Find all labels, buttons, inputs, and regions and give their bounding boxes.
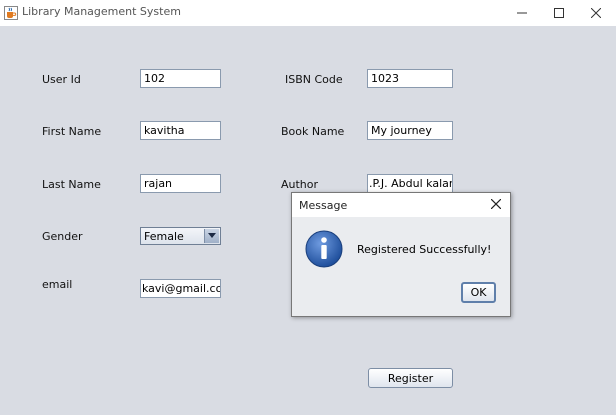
minimize-icon: [517, 12, 527, 14]
dialog-close-button[interactable]: [488, 196, 504, 212]
gender-select[interactable]: Female: [140, 227, 221, 245]
email-field[interactable]: kavi@gmail.com: [140, 279, 221, 298]
user-id-label: User Id: [42, 73, 81, 86]
book-name-field[interactable]: My journey: [367, 121, 453, 140]
maximize-button[interactable]: [539, 0, 579, 26]
first-name-label: First Name: [42, 125, 102, 138]
first-name-field[interactable]: kavitha: [140, 121, 221, 140]
close-icon: [591, 8, 601, 18]
ok-button[interactable]: OK: [461, 282, 496, 303]
dialog-title: Message: [299, 199, 348, 212]
maximize-icon: [554, 8, 564, 18]
dialog-title-bar: Message: [292, 193, 510, 217]
last-name-label: Last Name: [42, 178, 101, 191]
isbn-label: ISBN Code: [285, 73, 343, 86]
book-name-label: Book Name: [281, 125, 345, 138]
close-button[interactable]: [576, 0, 616, 26]
user-id-field[interactable]: 102: [140, 69, 221, 88]
window-title: Library Management System: [22, 5, 181, 18]
minimize-button[interactable]: [502, 0, 542, 26]
isbn-field[interactable]: 1023: [367, 69, 453, 88]
close-icon: [491, 199, 501, 209]
message-dialog: Message Registered Successfully! OK: [291, 192, 511, 317]
gender-selected-value: Female: [144, 230, 184, 243]
gender-label: Gender: [42, 230, 83, 243]
title-bar: Library Management System: [0, 0, 616, 26]
java-cup-icon: [4, 6, 18, 20]
author-label: Author: [281, 178, 319, 191]
author-field[interactable]: .P.J. Abdul kalam: [367, 174, 453, 193]
email-label: email: [42, 278, 73, 291]
info-icon: [305, 230, 343, 268]
register-button[interactable]: Register: [368, 368, 453, 388]
dialog-message: Registered Successfully!: [357, 243, 492, 256]
chevron-down-icon[interactable]: [204, 229, 219, 243]
last-name-field[interactable]: rajan: [140, 174, 221, 193]
